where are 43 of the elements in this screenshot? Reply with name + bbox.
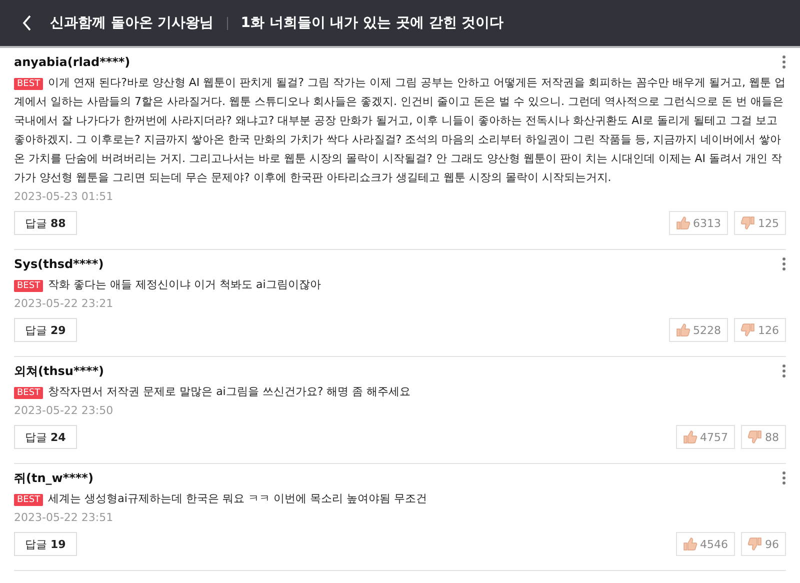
dislike-button[interactable]: 126 <box>734 318 786 342</box>
like-button[interactable]: 5228 <box>669 318 728 342</box>
thumbs-down-icon <box>741 216 755 230</box>
dislike-button[interactable]: 125 <box>734 211 786 235</box>
series-title: 신과함께 돌아온 기사왕님 <box>50 14 214 32</box>
more-icon[interactable] <box>782 257 786 271</box>
comment-date: 2023-05-23 01:51 <box>14 189 114 205</box>
reply-button[interactable]: 답글 29 <box>14 318 77 342</box>
dislike-button[interactable]: 96 <box>741 532 786 556</box>
dislike-button[interactable]: 88 <box>741 425 786 449</box>
thumbs-up-icon <box>676 323 690 337</box>
author-name: anyabia(rlad****) <box>14 55 130 69</box>
comment-text: BEST 이게 연재 된다?바로 양산형 AI 웹툰이 판치게 될걸? 그림 작가는 이제 그림 공부는 안하고 어떻게든 저작권을 회피하는 꼼수만 배우게 될거고, 웹툰 업계에서 일하는 사람들의 7할은 사라질거다. 웹툰 스튜디오나 회사들은 좋겠지. 인건비 줄이고 돈은 벌 수 있으니. 그런데 역사적으로 그런식으로 돈 번 애들은 국내에서 잘 나가다가 한꺼번에 사라지더라? 왜냐고? 대부분 공장 만화가 될거고, 이후 니들이 좋아하는 전독시나 화산귀환도 AI로 돌리게 될테고 그걸 보고 좋아하겠지. 그 이후로는? 지금까지 쌓아온 한국 만화의 가치가 싹다 사라질걸? 조석의 마음의 소리부터 하일권이 그린 작품들 등, 지금까지 네이버에서 쌓아온 가치를 단숨에 버려버리는 거지. 그리고나서는 바로 웹툰 시장의 몰락이 시작될걸? 안 그래도 양산형 웹툰이 판이 치는 시대인데 이제는 AI 돌려서 개인 작가가 양선형 웹툰을 그리면 되는데 무슨 문제야? 이후에 한국판 아타리쇼크가 생길테고 웹툰 시장의 몰락이 시작되는거지. <box>14 75 786 186</box>
thumbs-up-icon <box>683 430 697 444</box>
reply-button[interactable]: 답글 19 <box>14 532 77 556</box>
author-name: 쥐(tn_w****) <box>14 470 94 486</box>
like-button[interactable]: 4546 <box>676 532 735 556</box>
thumbs-up-icon <box>683 537 697 551</box>
author-name: Sys(thsd****) <box>14 257 104 271</box>
author-name: 외쳐(thsu****) <box>14 362 104 380</box>
best-badge: BEST <box>14 494 44 506</box>
best-badge: BEST <box>14 78 44 90</box>
comment-text: BEST 작화 좋다는 애들 제정신이냐 이거 척봐도 ai그림이잖아 <box>14 275 786 294</box>
back-icon[interactable] <box>22 15 32 31</box>
like-button[interactable]: 4757 <box>676 425 735 449</box>
thumbs-down-icon <box>741 323 755 337</box>
more-icon[interactable] <box>782 55 786 69</box>
best-badge: BEST <box>14 280 44 292</box>
thumbs-down-icon <box>748 430 762 444</box>
like-button[interactable]: 6313 <box>669 211 728 235</box>
comment-date: 2023-05-22 23:50 <box>14 403 114 419</box>
comment-date: 2023-05-22 23:21 <box>14 296 114 312</box>
comment-text: BEST 창작자면서 저작권 문제로 말많은 ai그림을 쓰신건가요? 해명 좀 해주세요 <box>14 382 786 401</box>
more-icon[interactable] <box>782 364 786 378</box>
best-badge: BEST <box>14 387 44 399</box>
more-icon[interactable] <box>782 471 786 485</box>
thumbs-down-icon <box>748 537 762 551</box>
reply-button[interactable]: 답글 88 <box>14 211 77 235</box>
thumbs-up-icon <box>676 216 690 230</box>
reply-button[interactable]: 답글 24 <box>14 425 77 449</box>
episode-title: 1화 너희들이 내가 있는 곳에 갇힌 것이다 <box>240 14 504 32</box>
comment-text: BEST 세계는 생성형ai규제하는데 한국은 뭐요 ㅋㅋ 이번에 목소리 높여야됨 무조건 <box>14 489 786 508</box>
comment-date: 2023-05-22 23:51 <box>14 510 114 526</box>
